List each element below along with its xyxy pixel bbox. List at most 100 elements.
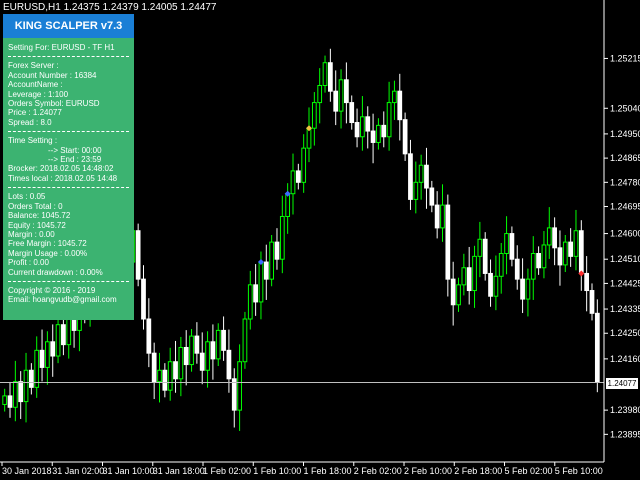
chart-title: EURUSD,H1 1.24375 1.24379 1.24005 1.2447… xyxy=(3,2,217,13)
candle-body xyxy=(18,381,24,403)
candle-body xyxy=(461,267,467,286)
account-name: AccountName : xyxy=(8,80,63,90)
email: Email: hoangvudb@gmail.com xyxy=(8,295,117,305)
time-tick-label: 1 Feb 02:00 xyxy=(203,466,251,476)
price-tick-label: 1.24780 xyxy=(610,177,640,187)
setting-for: Setting For: EURUSD - TF H1 xyxy=(8,43,115,52)
candle-body xyxy=(450,278,456,306)
candle-body xyxy=(210,341,216,360)
separator xyxy=(8,187,129,189)
candle-body xyxy=(178,346,184,380)
candle-body xyxy=(274,241,280,260)
time-tick-label: 31 Jan 18:00 xyxy=(153,466,205,476)
candle-body xyxy=(157,369,162,383)
candle-body xyxy=(263,261,269,280)
candle-body xyxy=(167,361,173,391)
candle-body xyxy=(189,335,194,366)
time-tick-label: 31 Jan 10:00 xyxy=(103,466,155,476)
current-drawdown: Current drawdown : 0.00% xyxy=(8,267,103,277)
candle-body xyxy=(509,233,515,260)
candle-body xyxy=(520,278,525,300)
candle-body xyxy=(370,130,376,143)
candle-body xyxy=(295,170,301,183)
candle-body xyxy=(546,227,552,246)
candle-body xyxy=(413,181,419,200)
candle-body xyxy=(333,90,339,112)
candle-body xyxy=(488,272,493,297)
candle-body xyxy=(61,324,66,346)
candle-body xyxy=(247,284,253,320)
price-tick-label: 1.24335 xyxy=(610,304,640,314)
time-tick-label: 1 Feb 10:00 xyxy=(253,466,301,476)
candle-body xyxy=(2,395,8,405)
candle-body xyxy=(242,318,248,363)
candle-body xyxy=(445,204,451,280)
candle-body xyxy=(23,369,29,403)
time-tick-label: 1 Feb 18:00 xyxy=(304,466,352,476)
candle-body xyxy=(215,329,221,360)
candle-body xyxy=(408,153,413,200)
candle-body xyxy=(183,346,189,366)
price-tick-label: 1.24510 xyxy=(610,254,640,264)
candle-body xyxy=(141,278,146,320)
candle-body xyxy=(327,62,333,92)
candle-body xyxy=(12,381,18,408)
balance: Balance: 1045.72 xyxy=(8,211,71,221)
candle-body xyxy=(466,267,472,292)
separator xyxy=(8,280,129,282)
candle-body xyxy=(162,369,168,391)
candle-body xyxy=(135,230,141,280)
candle-body xyxy=(317,84,323,104)
candle-body xyxy=(525,278,531,300)
candle-body xyxy=(381,124,387,138)
candle-body xyxy=(504,233,509,255)
candle-body xyxy=(365,116,371,132)
king-scalper-panel: KING SCALPER v7.3 Setting For: EURUSD - … xyxy=(3,14,134,320)
candle-body xyxy=(258,261,264,303)
candle-body xyxy=(221,329,226,351)
account-number: Account Number : 16384 xyxy=(8,70,97,80)
leverage: Leverage : 1:100 xyxy=(8,89,69,99)
time-tick-label: 2 Feb 02:00 xyxy=(354,466,402,476)
candle-body xyxy=(456,284,461,306)
current-price-tag: 1.24077 xyxy=(606,377,638,389)
time-tick-label: 5 Feb 02:00 xyxy=(505,466,553,476)
time-tick-label: 2 Feb 18:00 xyxy=(454,466,502,476)
candle-body xyxy=(205,341,210,371)
candle-body xyxy=(7,395,13,408)
candle-body xyxy=(418,164,424,183)
candle-body xyxy=(493,275,499,297)
forex-server: Forex Server : xyxy=(8,61,59,71)
margin: Margin : 0.00 xyxy=(8,229,55,239)
candle-body xyxy=(397,90,403,121)
candle-body xyxy=(45,341,50,368)
candle-body xyxy=(290,170,296,195)
candle-body xyxy=(173,361,178,380)
price-tick-label: 1.24160 xyxy=(610,354,640,364)
candle-body xyxy=(477,238,483,257)
spread: Spread : 8.0 xyxy=(8,117,52,127)
candle-body xyxy=(541,244,547,269)
candle-body xyxy=(530,253,536,280)
time-tick-label: 30 Jan 2018 xyxy=(2,466,52,476)
orders-symbol: Orders Symbol: EURUSD xyxy=(8,99,100,109)
time-end: --> End : 23:59 xyxy=(48,155,102,165)
candle-body xyxy=(573,230,579,257)
separator xyxy=(8,56,129,58)
price-tick-label: 1.24250 xyxy=(610,328,640,338)
price-tick-label: 1.25215 xyxy=(610,53,640,63)
candle-body xyxy=(386,102,392,138)
candle-body xyxy=(514,258,520,280)
lots: Lots : 0.05 xyxy=(8,192,46,202)
candle-body xyxy=(594,312,600,383)
time-tick-label: 5 Feb 10:00 xyxy=(555,466,603,476)
time-start: --> Start: 00:00 xyxy=(48,145,102,155)
candle-body xyxy=(231,378,237,411)
candle-body xyxy=(498,253,504,277)
time-tick-label: 31 Jan 02:00 xyxy=(52,466,104,476)
price-tick-label: 1.24950 xyxy=(610,129,640,139)
candle-body xyxy=(226,349,232,380)
candle-body xyxy=(434,204,440,229)
candle-body xyxy=(322,62,328,86)
candle-body xyxy=(578,230,584,274)
